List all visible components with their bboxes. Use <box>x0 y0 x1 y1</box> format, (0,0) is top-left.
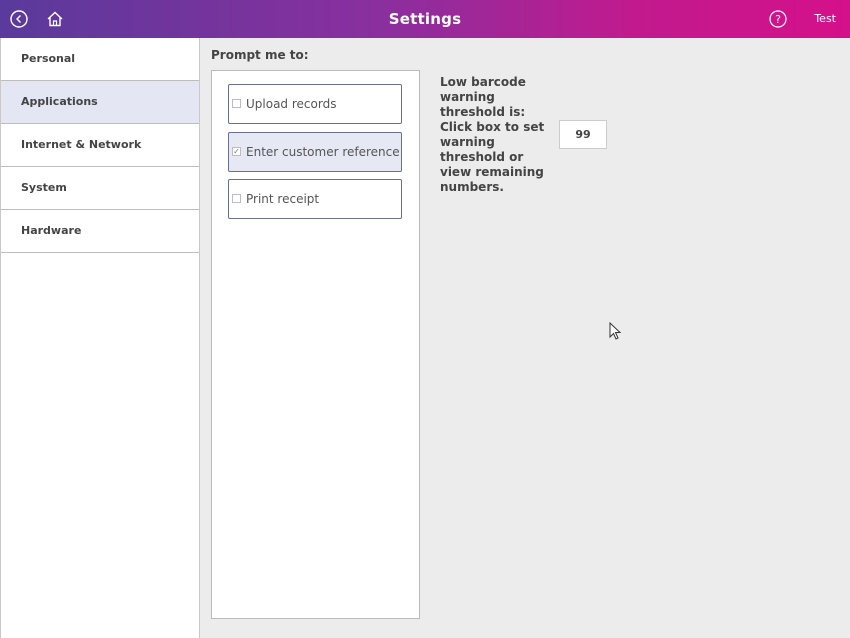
sidebar-item-applications[interactable]: Applications <box>1 81 199 124</box>
home-icon[interactable] <box>44 8 66 30</box>
sidebar-item-hardware[interactable]: Hardware <box>1 210 199 253</box>
help-icon[interactable]: ? <box>767 8 789 30</box>
option-label: Enter customer reference <box>246 145 400 159</box>
page-title: Settings <box>388 10 462 28</box>
sidebar: Personal Applications Internet & Network… <box>0 38 200 638</box>
threshold-input[interactable] <box>559 120 607 149</box>
prompt-options-panel: Upload records ✓ Enter customer referenc… <box>211 70 420 619</box>
mouse-cursor-icon <box>609 322 622 340</box>
checkbox[interactable] <box>232 99 241 108</box>
svg-text:?: ? <box>775 13 781 26</box>
checkbox[interactable] <box>232 194 241 203</box>
checkmark-icon[interactable]: ✓ <box>232 147 241 156</box>
main-content: Prompt me to: Upload records ✓ Enter cus… <box>201 38 850 638</box>
sidebar-item-personal[interactable]: Personal <box>1 38 199 81</box>
back-icon[interactable] <box>8 8 30 30</box>
sidebar-item-internet-network[interactable]: Internet & Network <box>1 124 199 167</box>
user-label[interactable]: Test <box>814 0 836 38</box>
prompt-heading: Prompt me to: <box>211 48 309 62</box>
option-print-receipt[interactable]: Print receipt <box>228 179 402 219</box>
option-label: Upload records <box>246 97 337 111</box>
option-upload-records[interactable]: Upload records <box>228 84 402 124</box>
top-bar: Settings ? Test <box>0 0 850 38</box>
sidebar-item-system[interactable]: System <box>1 167 199 210</box>
threshold-description: Low barcode warning threshold is: Click … <box>440 75 545 194</box>
option-enter-customer-reference[interactable]: ✓ Enter customer reference <box>228 132 402 172</box>
option-label: Print receipt <box>246 192 320 206</box>
